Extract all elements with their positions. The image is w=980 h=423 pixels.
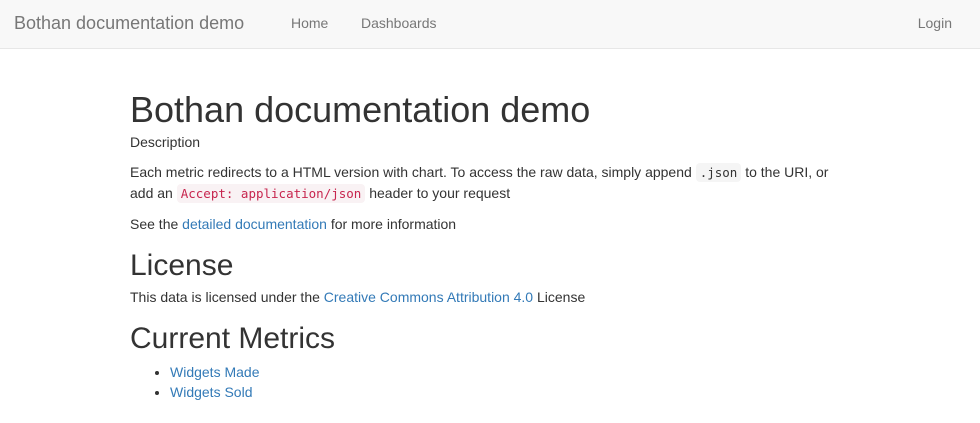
page-title: Bothan documentation demo [130,89,591,130]
raw-data-paragraph: Each metric redirects to a HTML version … [130,162,850,204]
accept-header-code: Accept: application/json [176,184,366,203]
description-label: Description [130,134,201,150]
raw-data-text-a: Each metric redirects to a HTML version … [130,164,696,180]
docs-text-b: for more information [326,216,457,232]
license-text-b: License [533,289,586,305]
brand-link[interactable]: Bothan documentation demo [14,13,244,34]
metric-widgets-made-link[interactable]: Widgets Made [170,364,259,380]
license-paragraph: This data is licensed under the Creative… [130,287,850,307]
detailed-documentation-link[interactable]: detailed documentation [182,216,327,232]
nav-home-link[interactable]: Home [291,15,328,31]
metric-widgets-sold-link[interactable]: Widgets Sold [170,384,252,400]
nav-dashboards-link[interactable]: Dashboards [361,15,437,31]
list-item: Widgets Made [170,362,850,382]
raw-data-text-c: header to your request [365,185,511,201]
docs-paragraph: See the detailed documentation for more … [130,214,850,234]
json-extension-code: .json [695,163,742,182]
list-item: Widgets Sold [170,382,850,402]
nav-login-link[interactable]: Login [918,15,952,31]
docs-text-a: See the [130,216,183,232]
main-content: Bothan documentation demo Description Ea… [130,50,850,402]
license-heading: License [130,249,234,282]
current-metrics-heading: Current Metrics [130,322,336,355]
metrics-list: Widgets Made Widgets Sold [130,362,850,402]
license-text-a: This data is licensed under the [130,289,324,305]
creative-commons-link[interactable]: Creative Commons Attribution 4.0 [324,289,533,305]
navbar: Bothan documentation demo Home Dashboard… [0,0,980,49]
